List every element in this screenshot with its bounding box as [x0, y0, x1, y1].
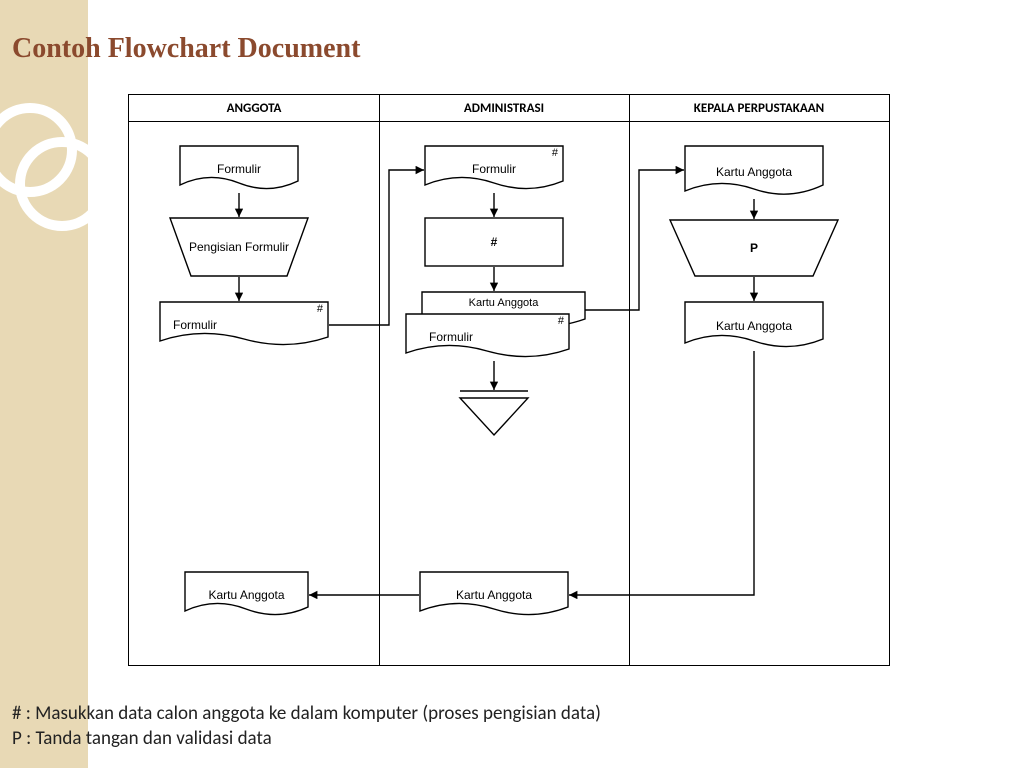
doc-stack-front: Formulir #	[405, 313, 570, 361]
offpage-connector	[459, 390, 529, 436]
legend: # : Masukkan data calon anggota ke dalam…	[12, 701, 601, 752]
manual-op-pengisian: Pengisian Formulir	[169, 217, 309, 277]
process-hash: #	[424, 217, 564, 267]
doc-kartu-kepala-1: Kartu Anggota	[684, 145, 824, 199]
hash-tag: #	[552, 147, 558, 159]
doc-formulir-admin: Formulir #	[424, 145, 564, 193]
legend-line: P : Tanda tangan dan validasi data	[12, 726, 601, 752]
doc-kartu-admin-bottom: Kartu Anggota	[419, 571, 569, 619]
shape-label: Formulir	[405, 313, 570, 361]
shape-label: Kartu Anggota	[684, 145, 824, 199]
legend-line: # : Masukkan data calon anggota ke dalam…	[12, 701, 601, 727]
doc-formulir-anggota-2: Formulir #	[159, 301, 329, 349]
decorative-sidebar	[0, 0, 88, 768]
doc-formulir-anggota-1: Formulir	[179, 145, 299, 193]
shape-label: Formulir	[179, 145, 299, 193]
shape-label: Pengisian Formulir	[169, 217, 309, 277]
shape-label: Formulir	[424, 145, 564, 193]
doc-kartu-anggota-bottom-left: Kartu Anggota	[184, 571, 309, 619]
shape-label: Formulir	[159, 301, 329, 349]
manual-op-p: P	[669, 219, 839, 277]
flowchart: ANGGOTA ADMINISTRASI KEPALA PERPUSTAKAAN	[128, 94, 890, 666]
shape-label: #	[424, 217, 564, 267]
shape-label: Kartu Anggota	[419, 571, 569, 619]
hash-tag: #	[317, 303, 323, 315]
shape-label: P	[669, 219, 839, 277]
doc-kartu-kepala-2: Kartu Anggota	[684, 301, 824, 351]
shape-label: Kartu Anggota	[184, 571, 309, 619]
shape-label: Kartu Anggota	[684, 301, 824, 351]
hash-tag: #	[558, 315, 564, 327]
page-title: Contoh Flowchart Document	[12, 33, 360, 65]
